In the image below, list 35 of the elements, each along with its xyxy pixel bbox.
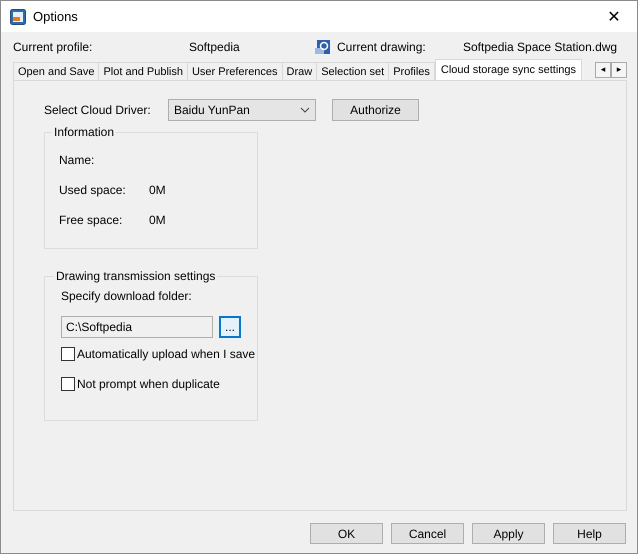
scroll-right-button[interactable]: ▸ [611,62,627,78]
info-label: Free space: [59,213,124,227]
dialog-button[interactable]: Help [553,523,626,544]
tab[interactable]: Cloud storage sync settings [434,59,582,80]
cloud-driver-label: Select Cloud Driver: [44,103,152,117]
close-button[interactable]: ✕ [591,1,637,32]
info-label: Used space: [59,183,127,197]
group-title: Drawing transmission settings [55,269,216,283]
drawing-file-icon [315,39,331,55]
dialog-button[interactable]: Apply [472,523,545,544]
window-title: Options [33,9,79,24]
option-label: Automatically upload when I save [77,347,256,361]
tab[interactable]: Open and Save [13,62,100,80]
option-label: Not prompt when duplicate [77,377,220,391]
info-label: Name: [59,153,96,167]
drawing-value: Softpedia Space Station.dwg [463,40,618,54]
dialog-button[interactable]: Cancel [391,523,464,544]
profile-label: Current profile: [13,40,94,54]
drawing-label: Current drawing: [337,40,427,54]
browse-button[interactable]: ... [219,316,241,338]
info-value: 0M [149,183,166,197]
tab[interactable]: Profiles [388,62,435,80]
checkbox[interactable] [61,377,75,391]
profile-value: Softpedia [189,40,241,54]
app-icon [10,8,26,24]
cloud-driver-dropdown[interactable]: Baidu YunPan [168,99,316,121]
checkbox[interactable] [61,347,75,361]
info-value: 0M [149,213,166,227]
folder-field[interactable]: C:\Softpedia [61,316,213,338]
chevron-down-icon [300,107,310,113]
dialog-button[interactable]: OK [310,523,383,544]
authorize-button[interactable]: Authorize [332,99,419,121]
folder-label: Specify download folder: [61,289,193,303]
scroll-left-button[interactable]: ◂ [595,62,611,78]
group-title: Information [53,125,116,139]
